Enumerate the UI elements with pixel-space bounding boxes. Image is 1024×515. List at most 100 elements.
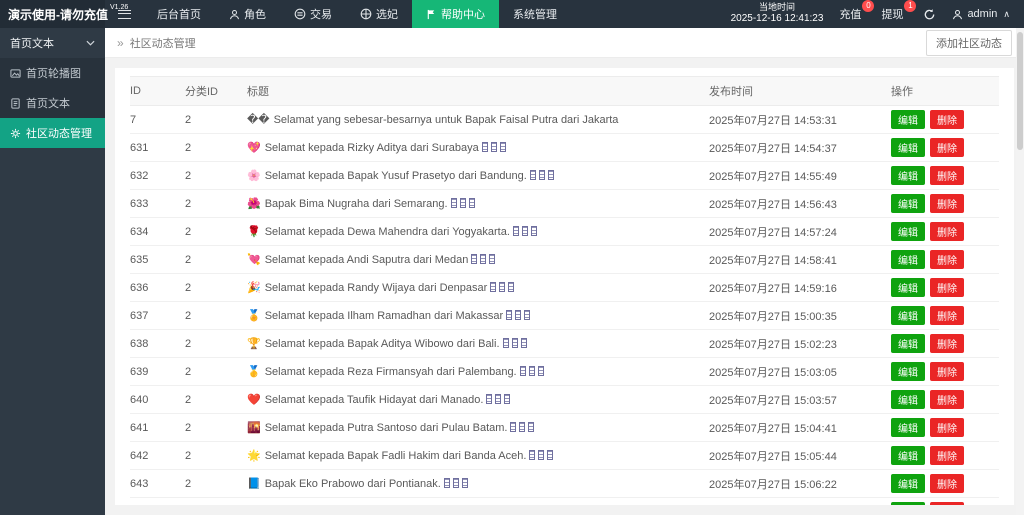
nav-item-transactions[interactable]: 交易 — [280, 0, 346, 28]
table-row: 6422🌟Selamat kepada Bapak Fadli Hakim da… — [130, 442, 999, 470]
edit-button[interactable]: 编辑 — [891, 222, 925, 241]
delete-button[interactable]: 删除 — [930, 446, 964, 465]
tofu-glyph — [469, 198, 475, 208]
delete-button[interactable]: 删除 — [930, 194, 964, 213]
delete-button[interactable]: 删除 — [930, 502, 964, 505]
table-body: 72��Selamat yang sebesar-besarnya untuk … — [130, 106, 999, 506]
edit-button[interactable]: 编辑 — [891, 306, 925, 325]
table-row: 6322🌸Selamat kepada Bapak Yusuf Prasetyo… — [130, 162, 999, 190]
nav-item-system[interactable]: 系统管理 — [499, 0, 571, 28]
delete-button[interactable]: 删除 — [930, 390, 964, 409]
row-category-cell: 2 — [185, 386, 247, 414]
edit-button[interactable]: 编辑 — [891, 110, 925, 129]
row-title-cell: 💘Selamat kepada Andi Saputra dari Medan — [247, 246, 709, 274]
row-actions-cell: 编辑删除 — [891, 470, 999, 498]
recharge-button[interactable]: 充值 0 — [839, 6, 865, 22]
row-actions-cell: 编辑删除 — [891, 218, 999, 246]
row-id-cell: 632 — [130, 162, 185, 190]
delete-button[interactable]: 删除 — [930, 362, 964, 381]
sidebar-group-home-text[interactable]: 首页文本 — [0, 28, 105, 58]
tofu-glyph — [524, 310, 530, 320]
nav-item-roles[interactable]: 角色 — [215, 0, 280, 28]
delete-button[interactable]: 删除 — [930, 306, 964, 325]
table-row: 6402❤️Selamat kepada Taufik Hidayat dari… — [130, 386, 999, 414]
edit-button[interactable]: 编辑 — [891, 502, 925, 505]
add-community-post-button[interactable]: 添加社区动态 — [926, 30, 1012, 56]
delete-button[interactable]: 删除 — [930, 278, 964, 297]
menu-toggle-button[interactable] — [105, 0, 143, 28]
tofu-glyph — [521, 338, 527, 348]
row-id-cell: 633 — [130, 190, 185, 218]
table-row: 6392🥇Selamat kepada Reza Firmansyah dari… — [130, 358, 999, 386]
edit-button[interactable]: 编辑 — [891, 278, 925, 297]
delete-button[interactable]: 删除 — [930, 110, 964, 129]
flag-icon — [426, 9, 437, 20]
nav-item-selection[interactable]: 选妃 — [346, 0, 412, 28]
table-row: 6432📘Bapak Eko Prabowo dari Pontianak.20… — [130, 470, 999, 498]
tofu-glyph — [500, 142, 506, 152]
refresh-icon — [923, 8, 936, 21]
edit-button[interactable]: 编辑 — [891, 334, 925, 353]
sidebar-item-home-carousel[interactable]: 首页轮播图 — [0, 58, 105, 88]
row-category-cell: 2 — [185, 218, 247, 246]
delete-button[interactable]: 删除 — [930, 474, 964, 493]
tofu-glyph — [482, 142, 488, 152]
chevron-up-icon: ∧ — [1003, 9, 1010, 20]
local-time: 当地时间 2025-12-16 12:41:23 — [731, 2, 824, 26]
row-category-cell: 2 — [185, 330, 247, 358]
row-actions-cell: 编辑删除 — [891, 386, 999, 414]
tofu-glyph — [529, 450, 535, 460]
window-scrollbar[interactable] — [1016, 28, 1024, 515]
tofu-glyph — [486, 394, 492, 404]
breadcrumb-arrow-icon: » — [117, 36, 124, 50]
row-category-cell: 2 — [185, 302, 247, 330]
nav-item-help-center[interactable]: 帮助中心 — [412, 0, 499, 28]
withdraw-badge: 1 — [904, 0, 916, 12]
row-time-cell: 2025年07月27日 15:02:23 — [709, 330, 891, 358]
delete-button[interactable]: 删除 — [930, 334, 964, 353]
edit-button[interactable]: 编辑 — [891, 166, 925, 185]
delete-button[interactable]: 删除 — [930, 222, 964, 241]
delete-button[interactable]: 删除 — [930, 166, 964, 185]
tofu-glyph — [519, 422, 525, 432]
tofu-glyph — [538, 450, 544, 460]
delete-button[interactable]: 删除 — [930, 138, 964, 157]
local-time-value: 2025-12-16 12:41:23 — [731, 13, 824, 26]
edit-button[interactable]: 编辑 — [891, 418, 925, 437]
top-nav: 后台首页 角色 交易 选妃 帮助中心 系统管理 — [143, 0, 571, 28]
row-category-cell: 2 — [185, 106, 247, 134]
image-icon — [10, 68, 21, 79]
refresh-button[interactable] — [923, 8, 936, 21]
edit-button[interactable]: 编辑 — [891, 474, 925, 493]
sidebar-item-community-feed[interactable]: 社区动态管理 — [0, 118, 105, 148]
row-time-cell: 2025年07月27日 14:56:43 — [709, 190, 891, 218]
table-row: 6352💘Selamat kepada Andi Saputra dari Me… — [130, 246, 999, 274]
row-id-cell: 637 — [130, 302, 185, 330]
scrollbar-thumb[interactable] — [1017, 32, 1023, 150]
row-id-cell: 642 — [130, 442, 185, 470]
breadcrumb: 社区动态管理 — [130, 35, 196, 51]
edit-button[interactable]: 编辑 — [891, 250, 925, 269]
row-time-cell: 2025年07月27日 15:00:35 — [709, 302, 891, 330]
nav-item-dashboard[interactable]: 后台首页 — [143, 0, 215, 28]
document-icon — [10, 98, 21, 109]
row-category-cell: 2 — [185, 134, 247, 162]
withdraw-button[interactable]: 提现 1 — [881, 6, 907, 22]
nav-label: 系统管理 — [513, 6, 557, 22]
edit-button[interactable]: 编辑 — [891, 390, 925, 409]
tofu-glyph — [499, 282, 505, 292]
table-row: 6332🌺Bapak Bima Nugraha dari Semarang.20… — [130, 190, 999, 218]
sidebar-item-home-text[interactable]: 首页文本 — [0, 88, 105, 118]
edit-button[interactable]: 编辑 — [891, 138, 925, 157]
delete-button[interactable]: 删除 — [930, 418, 964, 437]
row-time-cell: 2025年07月27日 15:05:44 — [709, 442, 891, 470]
edit-button[interactable]: 编辑 — [891, 446, 925, 465]
delete-button[interactable]: 删除 — [930, 250, 964, 269]
row-title-cell: ❤️Selamat kepada Taufik Hidayat dari Man… — [247, 386, 709, 414]
table-row: 6412🌇Selamat kepada Putra Santoso dari P… — [130, 414, 999, 442]
topbar-right: 当地时间 2025-12-16 12:41:23 充值 0 提现 1 admin… — [731, 0, 1024, 28]
edit-button[interactable]: 编辑 — [891, 362, 925, 381]
user-menu[interactable]: admin ∧ — [952, 8, 1010, 20]
selection-icon — [360, 8, 372, 20]
edit-button[interactable]: 编辑 — [891, 194, 925, 213]
